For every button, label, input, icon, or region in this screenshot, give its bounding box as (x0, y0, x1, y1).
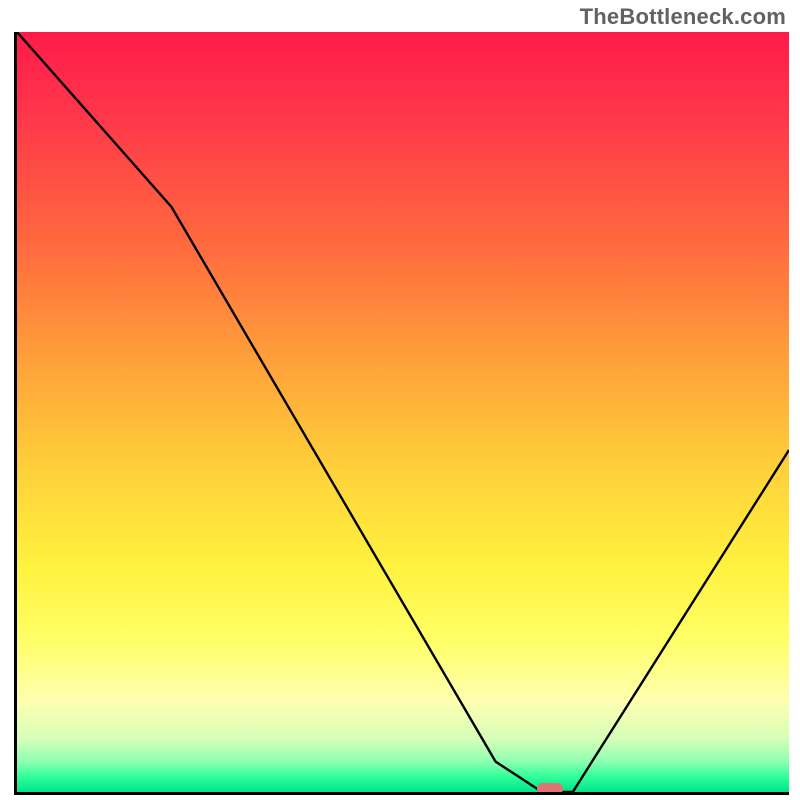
chart-container: TheBottleneck.com (0, 0, 800, 800)
curve-svg (17, 32, 789, 792)
data-marker (537, 783, 563, 795)
plot-area (14, 32, 789, 795)
watermark-text: TheBottleneck.com (580, 4, 786, 30)
curve-path (17, 32, 789, 792)
